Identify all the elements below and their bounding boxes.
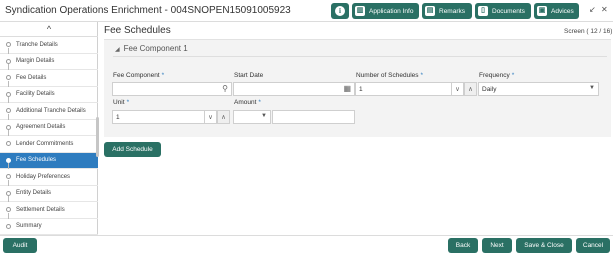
audit-button[interactable]: Audit [3, 238, 37, 253]
calendar-icon[interactable]: ▦ [343, 84, 351, 93]
step-dot-icon [6, 157, 11, 163]
section-divider [113, 56, 607, 57]
frequency-select[interactable]: Daily ▼ [478, 82, 599, 96]
amount-label: Amount * [234, 99, 261, 106]
minimize-icon[interactable]: ↙ [589, 5, 596, 14]
amount-input[interactable] [272, 110, 355, 124]
step-dot-icon [6, 141, 11, 147]
start-date-input[interactable]: ▦ [233, 82, 355, 96]
window-title: Syndication Operations Enrichment - 004S… [5, 5, 291, 16]
collapse-up-icon[interactable]: ^ [0, 22, 98, 37]
application-info-icon: ▥ [355, 6, 365, 16]
frequency-label: Frequency * [479, 72, 515, 79]
sidebar-item-entity-details[interactable]: Entity Details [0, 179, 98, 202]
sidebar-item-label: Entity Details [16, 190, 52, 197]
remarks-icon: ▤ [425, 6, 435, 16]
sidebar-item-label: Tranche Details [16, 41, 58, 48]
sidebar-item-agreement-details[interactable]: Agreement Details [0, 113, 98, 136]
step-dot-icon [6, 108, 11, 114]
sidebar-item-summary[interactable]: Summary [0, 212, 98, 235]
advices-button[interactable]: ▣ Advices [534, 3, 579, 19]
sidebar-item-settlement-details[interactable]: Settlement Details [0, 196, 98, 219]
sidebar-item-label: Holiday Preferences [16, 173, 71, 180]
sidebar-item-lender-commitments[interactable]: Lender Commitments [0, 130, 98, 153]
step-dot-icon [6, 124, 11, 130]
sidebar-item-label: Settlement Details [16, 206, 65, 213]
start-date-label: Start Date [234, 72, 264, 79]
step-dot-icon [6, 207, 11, 213]
step-dot-icon [6, 58, 11, 64]
documents-icon: ▯ [478, 6, 488, 16]
info-button[interactable]: i [331, 3, 349, 19]
sidebar-scrollbar[interactable] [96, 117, 99, 157]
sidebar: ^ Tranche Details Margin Details Fee Det… [0, 22, 99, 235]
sidebar-item-label: Facility Details [16, 91, 55, 98]
sidebar-item-fee-details[interactable]: Fee Details [0, 64, 98, 87]
section-title: Fee Component 1 [123, 44, 188, 53]
save-and-close-button[interactable]: Save & Close [516, 238, 572, 253]
number-of-schedules-input[interactable]: 1 [355, 82, 452, 96]
sidebar-item-label: Summary [16, 223, 42, 230]
sidebar-item-label: Fee Details [16, 74, 47, 81]
advices-label: Advices [551, 7, 574, 15]
search-icon[interactable]: ⚲ [222, 84, 228, 93]
documents-label: Documents [492, 7, 525, 15]
sidebar-item-margin-details[interactable]: Margin Details [0, 47, 98, 70]
number-of-schedules-label: Number of Schedules * [356, 72, 424, 79]
step-dot-icon [6, 223, 11, 229]
stepper-down-icon[interactable]: ∨ [451, 82, 464, 96]
unit-stepper-up-icon[interactable]: ∧ [217, 110, 230, 124]
step-dot-icon [6, 174, 11, 180]
cancel-button[interactable]: Cancel [576, 238, 610, 253]
remarks-label: Remarks [439, 7, 466, 15]
unit-label: Unit * [113, 99, 130, 106]
sidebar-item-label: Agreement Details [16, 124, 66, 131]
documents-button[interactable]: ▯ Documents [475, 3, 531, 19]
chevron-down-icon: ▼ [589, 85, 595, 91]
chevron-down-icon: ▼ [261, 113, 267, 119]
close-icon[interactable]: ✕ [601, 5, 608, 14]
collapse-triangle-icon: ◢ [115, 47, 120, 53]
sidebar-list: Tranche Details Margin Details Fee Detai… [0, 37, 98, 235]
step-dot-icon [6, 75, 11, 81]
unit-input[interactable]: 1 [112, 110, 205, 124]
application-info-button[interactable]: ▥ Application Info [352, 3, 419, 19]
section-header[interactable]: ◢ Fee Component 1 [115, 44, 188, 53]
sidebar-item-label: Fee Schedules [16, 157, 57, 164]
stepper-up-icon[interactable]: ∧ [464, 82, 477, 96]
step-dot-icon [6, 91, 11, 97]
info-icon: i [335, 6, 345, 16]
step-dot-icon [6, 190, 11, 196]
remarks-button[interactable]: ▤ Remarks [422, 3, 472, 19]
sidebar-item-fee-schedules[interactable]: Fee Schedules [0, 152, 98, 169]
sidebar-item-tranche-details[interactable]: Tranche Details [0, 37, 98, 54]
sidebar-item-holiday-preferences[interactable]: Holiday Preferences [0, 163, 98, 186]
unit-stepper-down-icon[interactable]: ∨ [204, 110, 217, 124]
sidebar-item-label: Lender Commitments [16, 140, 74, 147]
sidebar-item-label: Margin Details [16, 58, 55, 65]
add-schedule-button[interactable]: Add Schedule [104, 142, 161, 157]
next-button[interactable]: Next [482, 238, 512, 253]
screen-indicator: Screen ( 12 / 16) [564, 28, 613, 35]
sidebar-item-label: Additional Tranche Details [16, 107, 86, 114]
currency-select[interactable]: ▼ [233, 110, 271, 124]
application-info-label: Application Info [369, 7, 414, 15]
advices-icon: ▣ [537, 6, 547, 16]
fee-component-label: Fee Component * [113, 72, 165, 79]
sidebar-item-additional-tranche-details[interactable]: Additional Tranche Details [0, 97, 98, 120]
fee-component-input[interactable]: ⚲ [112, 82, 232, 96]
sidebar-item-facility-details[interactable]: Facility Details [0, 80, 98, 103]
back-button[interactable]: Back [448, 238, 478, 253]
page-title: Fee Schedules [104, 25, 171, 36]
step-dot-icon [6, 42, 11, 48]
